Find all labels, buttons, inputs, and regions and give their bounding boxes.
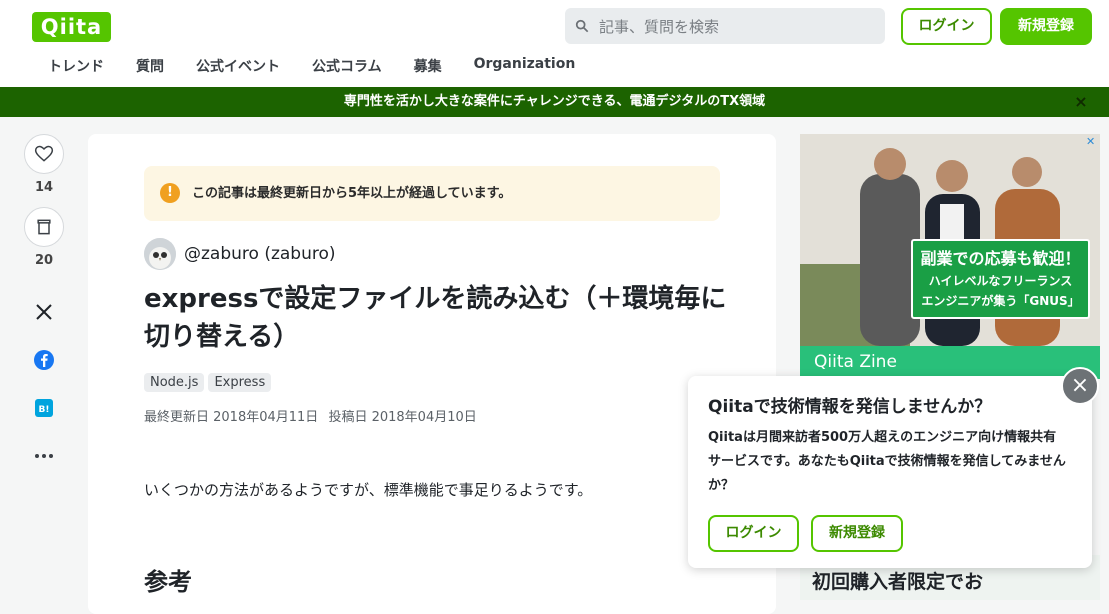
article-dates: 最終更新日 2018年04月11日 投稿日 2018年04月10日 bbox=[144, 406, 483, 425]
tag-express[interactable]: Express bbox=[208, 373, 272, 392]
popup-title: Qiitaで技術情報を発信しませんか？ bbox=[708, 397, 992, 417]
popup-signup-button[interactable]: 新規登録 bbox=[811, 515, 903, 552]
like-button[interactable] bbox=[24, 134, 64, 174]
nav-recruit[interactable]: 募集 bbox=[414, 56, 442, 78]
ad-choices-icon[interactable]: ✕ bbox=[1086, 136, 1098, 148]
article-title: expressで設定ファイルを読み込む（＋環境毎に切り替える） bbox=[144, 284, 727, 352]
article-paragraph: いくつかの方法があるようですが、標準機能で事足りるようです。 bbox=[144, 481, 593, 499]
avatar[interactable] bbox=[144, 238, 176, 270]
age-notice-text: この記事は最終更新日から5年以上が経過しています。 bbox=[192, 186, 512, 201]
nav-official-columns[interactable]: 公式コラム bbox=[312, 56, 382, 78]
promo-banner[interactable]: 専門性を活かし大きな案件にチャレンジできる、電通デジタルのTX領域 × bbox=[0, 87, 1109, 117]
tag-nodejs[interactable]: Node.js bbox=[144, 373, 205, 392]
nav-official-events[interactable]: 公式イベント bbox=[196, 56, 280, 78]
share-facebook-button[interactable] bbox=[32, 348, 56, 372]
promo-banner-text: 専門性を活かし大きな案件にチャレンジできる、電通デジタルのTX領域 bbox=[343, 94, 766, 109]
article-card: ! この記事は最終更新日から5年以上が経過しています。 @zaburo (zab… bbox=[88, 134, 776, 614]
ad-callout: 副業での応募も歓迎！ ハイレベルなフリーランス エンジニアが集う「GNUS」 bbox=[911, 239, 1090, 319]
svg-text:B!: B! bbox=[39, 405, 50, 415]
stock-button[interactable] bbox=[24, 207, 64, 247]
popup-text: Qiitaは月間来訪者500万人超えのエンジニア向け情報共有サービスです。あなた… bbox=[708, 430, 1066, 493]
action-rail: 14 20 B! bbox=[24, 134, 64, 458]
share-hatena-button[interactable]: B! bbox=[32, 396, 56, 420]
main-nav: トレンド 質問 公式イベント 公式コラム 募集 Organization bbox=[32, 56, 591, 78]
updated-date: 最終更新日 2018年04月11日 bbox=[144, 410, 319, 425]
more-icon bbox=[35, 454, 53, 458]
owl-avatar-image bbox=[144, 238, 176, 270]
x-icon bbox=[36, 304, 52, 320]
info-icon: ! bbox=[160, 183, 180, 203]
search-input[interactable] bbox=[597, 8, 881, 46]
stock-icon bbox=[37, 219, 51, 235]
nav-trend[interactable]: トレンド bbox=[48, 56, 104, 78]
ad-callout-line3: エンジニアが集う「GNUS」 bbox=[921, 294, 1080, 308]
author[interactable]: @zaburo (zaburo) bbox=[144, 238, 336, 270]
site-header: Qiita ログイン 新規登録 トレンド 質問 公式イベント 公式コラム 募集 … bbox=[0, 0, 1109, 88]
posted-date: 投稿日 2018年04月10日 bbox=[328, 410, 477, 425]
login-button[interactable]: ログイン bbox=[901, 8, 992, 45]
popup-login-button[interactable]: ログイン bbox=[708, 515, 799, 552]
tag-list: Node.js Express bbox=[144, 373, 275, 392]
age-notice: ! この記事は最終更新日から5年以上が経過しています。 bbox=[144, 166, 720, 221]
ad-footer: Qiita Zine bbox=[800, 346, 1100, 379]
signup-popup: Qiitaで技術情報を発信しませんか？ Qiitaは月間来訪者500万人超えのエ… bbox=[688, 376, 1092, 568]
sidebar-ad[interactable]: 副業での応募も歓迎！ ハイレベルなフリーランス エンジニアが集う「GNUS」 Q… bbox=[800, 134, 1100, 379]
nav-questions[interactable]: 質問 bbox=[136, 56, 164, 78]
ad-callout-line2: ハイレベルなフリーランス bbox=[928, 274, 1073, 288]
close-icon[interactable]: × bbox=[1073, 87, 1089, 117]
heart-icon bbox=[34, 145, 54, 162]
nav-organization[interactable]: Organization bbox=[474, 56, 576, 78]
more-button[interactable] bbox=[32, 444, 56, 468]
like-count: 14 bbox=[34, 180, 54, 195]
author-name[interactable]: @zaburo (zaburo) bbox=[184, 244, 336, 264]
stock-count: 20 bbox=[34, 253, 54, 268]
close-icon[interactable]: × bbox=[1061, 367, 1099, 405]
share-x-button[interactable] bbox=[32, 300, 56, 324]
qiita-logo[interactable]: Qiita bbox=[32, 12, 111, 42]
sidebar-ad-2-text: 初回購入者限定でお bbox=[812, 571, 984, 593]
facebook-icon bbox=[34, 350, 54, 370]
signup-button[interactable]: 新規登録 bbox=[1000, 8, 1092, 45]
search-box[interactable] bbox=[565, 8, 885, 46]
section-heading: 参考 bbox=[144, 568, 192, 596]
hatena-bookmark-icon: B! bbox=[35, 399, 53, 417]
ad-callout-line1: 副業での応募も歓迎！ bbox=[920, 249, 1081, 268]
search-icon bbox=[575, 19, 589, 33]
